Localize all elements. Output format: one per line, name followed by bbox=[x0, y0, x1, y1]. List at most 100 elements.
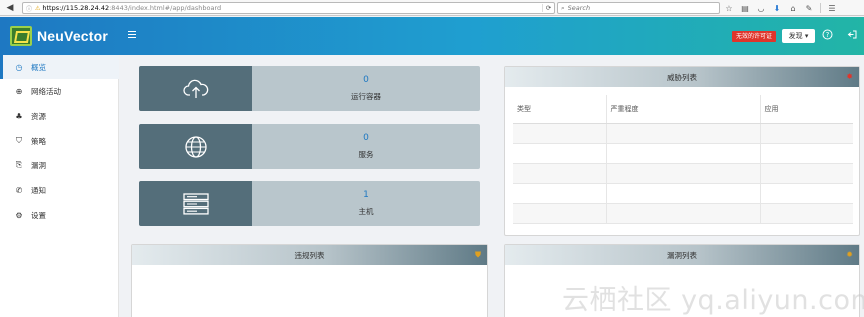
column-header-severity[interactable]: 严重程度 bbox=[605, 95, 760, 124]
sidebar-item-vulnerabilities[interactable]: ⎘ 漏洞 bbox=[0, 153, 119, 177]
stat-card-services[interactable]: 0 服务 bbox=[139, 124, 480, 169]
table-cell bbox=[759, 123, 853, 144]
browser-icon-group: ☆ ▤ ◡ ⬇ ⌂ ✎ ☰ bbox=[724, 2, 837, 14]
table-row bbox=[513, 163, 853, 184]
sidebar-item-policy[interactable]: ⛉ 策略 bbox=[0, 129, 119, 153]
reading-list-icon[interactable]: ▤ bbox=[740, 4, 750, 13]
license-badge[interactable]: 无效的许可证 bbox=[732, 31, 777, 42]
sidebar-item-network-activity[interactable]: ⊕ 网络活动 bbox=[0, 79, 119, 103]
back-icon[interactable]: ◀ bbox=[3, 1, 17, 15]
sidebar-item-label: 网络活动 bbox=[31, 86, 61, 96]
stat-card-hosts[interactable]: 1 主机 bbox=[139, 181, 480, 226]
logo-text: NeuVector bbox=[37, 28, 109, 44]
bookmark-star-icon[interactable]: ☆ bbox=[724, 4, 734, 13]
extension-icon[interactable]: ✎ bbox=[804, 4, 814, 13]
table-cell bbox=[759, 183, 853, 204]
watermark: 云栖社区 yq.aliyun.com bbox=[562, 285, 864, 316]
sidebar-item-label: 漏洞 bbox=[31, 160, 46, 170]
reload-icon[interactable]: ⟳ bbox=[542, 4, 554, 12]
address-bar[interactable]: ⓘ ⚠ https://115.28.24.42:8443/index.html… bbox=[22, 2, 555, 14]
panel-header: 威胁列表 ✸ bbox=[505, 67, 859, 87]
panel-header: 违规列表 ⛊ bbox=[132, 245, 487, 265]
stat-icon-box bbox=[139, 181, 252, 226]
logo[interactable]: NeuVector bbox=[10, 26, 108, 46]
table-cell bbox=[759, 143, 853, 164]
stat-label: 服务 bbox=[358, 150, 374, 159]
sidebar-item-label: 设置 bbox=[31, 210, 46, 220]
table-cell bbox=[759, 203, 853, 224]
stat-value: 0 bbox=[363, 75, 369, 85]
table-cell bbox=[513, 123, 606, 144]
url-text[interactable]: https://115.28.24.42:8443/index.html#/ap… bbox=[42, 4, 542, 12]
stat-card-containers[interactable]: 0 运行容器 bbox=[139, 66, 480, 111]
stat-icon-box bbox=[139, 66, 252, 111]
info-icon[interactable]: ⓘ bbox=[23, 4, 35, 13]
shield-icon: ⛉ bbox=[16, 136, 22, 145]
stat-label: 运行容器 bbox=[351, 92, 381, 101]
violation-list-panel: 违规列表 ⛊ bbox=[131, 244, 488, 317]
resources-icon: ♣ bbox=[15, 111, 23, 121]
sidebar-item-label: 策略 bbox=[31, 136, 46, 146]
cloud-upload-icon bbox=[182, 79, 208, 98]
svg-text:?: ? bbox=[825, 31, 829, 39]
bug-icon: ✹ bbox=[846, 250, 853, 259]
table-cell bbox=[513, 203, 606, 224]
table-cell bbox=[605, 123, 760, 144]
stat-text: 0 运行容器 bbox=[252, 66, 480, 111]
logout-icon[interactable] bbox=[845, 29, 859, 43]
browser-search-input[interactable] bbox=[567, 4, 708, 12]
vulnerability-icon: ⎘ bbox=[15, 160, 23, 169]
threat-list-panel: 威胁列表 ✸ 类型 严重程度 应用 bbox=[504, 66, 860, 236]
panel-title: 漏洞列表 bbox=[667, 250, 697, 260]
table-header-row: 类型 严重程度 应用 bbox=[513, 95, 853, 124]
table-cell bbox=[513, 163, 606, 184]
panel-header: 漏洞列表 ✹ bbox=[505, 245, 859, 265]
panel-title: 威胁列表 bbox=[667, 72, 697, 82]
table-cell bbox=[605, 143, 760, 164]
panel-title: 违规列表 bbox=[294, 250, 325, 260]
browser-toolbar: ◀ ⓘ ⚠ https://115.28.24.42:8443/index.ht… bbox=[0, 0, 864, 16]
sidebar-item-resources[interactable]: ♣ 资源 bbox=[0, 104, 119, 128]
table-row bbox=[513, 143, 853, 164]
server-icon bbox=[182, 192, 209, 215]
table-cell bbox=[605, 203, 760, 224]
stat-text: 0 服务 bbox=[252, 124, 480, 169]
stat-value: 1 bbox=[363, 190, 369, 200]
table-cell bbox=[513, 183, 606, 204]
stat-value: 0 bbox=[363, 133, 369, 143]
sidebar-item-label: 资源 bbox=[31, 111, 46, 121]
sidebar-item-overview[interactable]: ◷ 概览 bbox=[0, 55, 119, 79]
table-cell bbox=[759, 163, 853, 184]
toolbar-divider bbox=[820, 3, 821, 13]
table-cell bbox=[513, 143, 606, 164]
lock-warning-icon[interactable]: ⚠ bbox=[35, 5, 40, 12]
browser-search-box[interactable]: ⌕ bbox=[557, 2, 720, 14]
browser-menu-icon[interactable]: ☰ bbox=[827, 4, 837, 13]
phone-icon: ✆ bbox=[15, 185, 23, 195]
stat-text: 1 主机 bbox=[252, 181, 480, 226]
help-icon[interactable]: ? bbox=[820, 29, 834, 43]
column-header-type[interactable]: 类型 bbox=[513, 95, 606, 124]
column-header-application[interactable]: 应用 bbox=[759, 95, 853, 124]
sidebar-item-label: 概览 bbox=[31, 62, 46, 72]
sidebar-item-notifications[interactable]: ✆ 通知 bbox=[0, 178, 119, 202]
menu-toggle-icon[interactable] bbox=[128, 31, 136, 38]
neuvector-logo-icon bbox=[10, 26, 32, 46]
stat-icon-box bbox=[139, 124, 252, 169]
table-cell bbox=[605, 163, 760, 184]
gear-icon: ⚙ bbox=[15, 210, 23, 220]
stat-label: 主机 bbox=[358, 207, 374, 216]
sidebar: ◷ 概览 ⊕ 网络活动 ♣ 资源 ⛉ 策略 ⎘ 漏洞 ✆ 通知 ⚙ 设置 bbox=[0, 55, 119, 317]
home-icon[interactable]: ⌂ bbox=[788, 4, 798, 13]
table-row bbox=[513, 123, 853, 144]
search-icon: ⌕ bbox=[561, 3, 565, 12]
language-dropdown-button[interactable]: 发现 ▾ bbox=[782, 29, 815, 43]
shield-warning-icon: ⛊ bbox=[475, 250, 481, 259]
download-icon[interactable]: ⬇ bbox=[772, 4, 782, 13]
alert-icon: ✸ bbox=[846, 72, 853, 81]
pocket-icon[interactable]: ◡ bbox=[756, 4, 766, 13]
sidebar-item-label: 通知 bbox=[31, 185, 46, 195]
sidebar-item-settings[interactable]: ⚙ 设置 bbox=[0, 203, 119, 227]
threat-table: 类型 严重程度 应用 bbox=[513, 95, 853, 224]
dashboard-icon: ◷ bbox=[15, 62, 23, 72]
